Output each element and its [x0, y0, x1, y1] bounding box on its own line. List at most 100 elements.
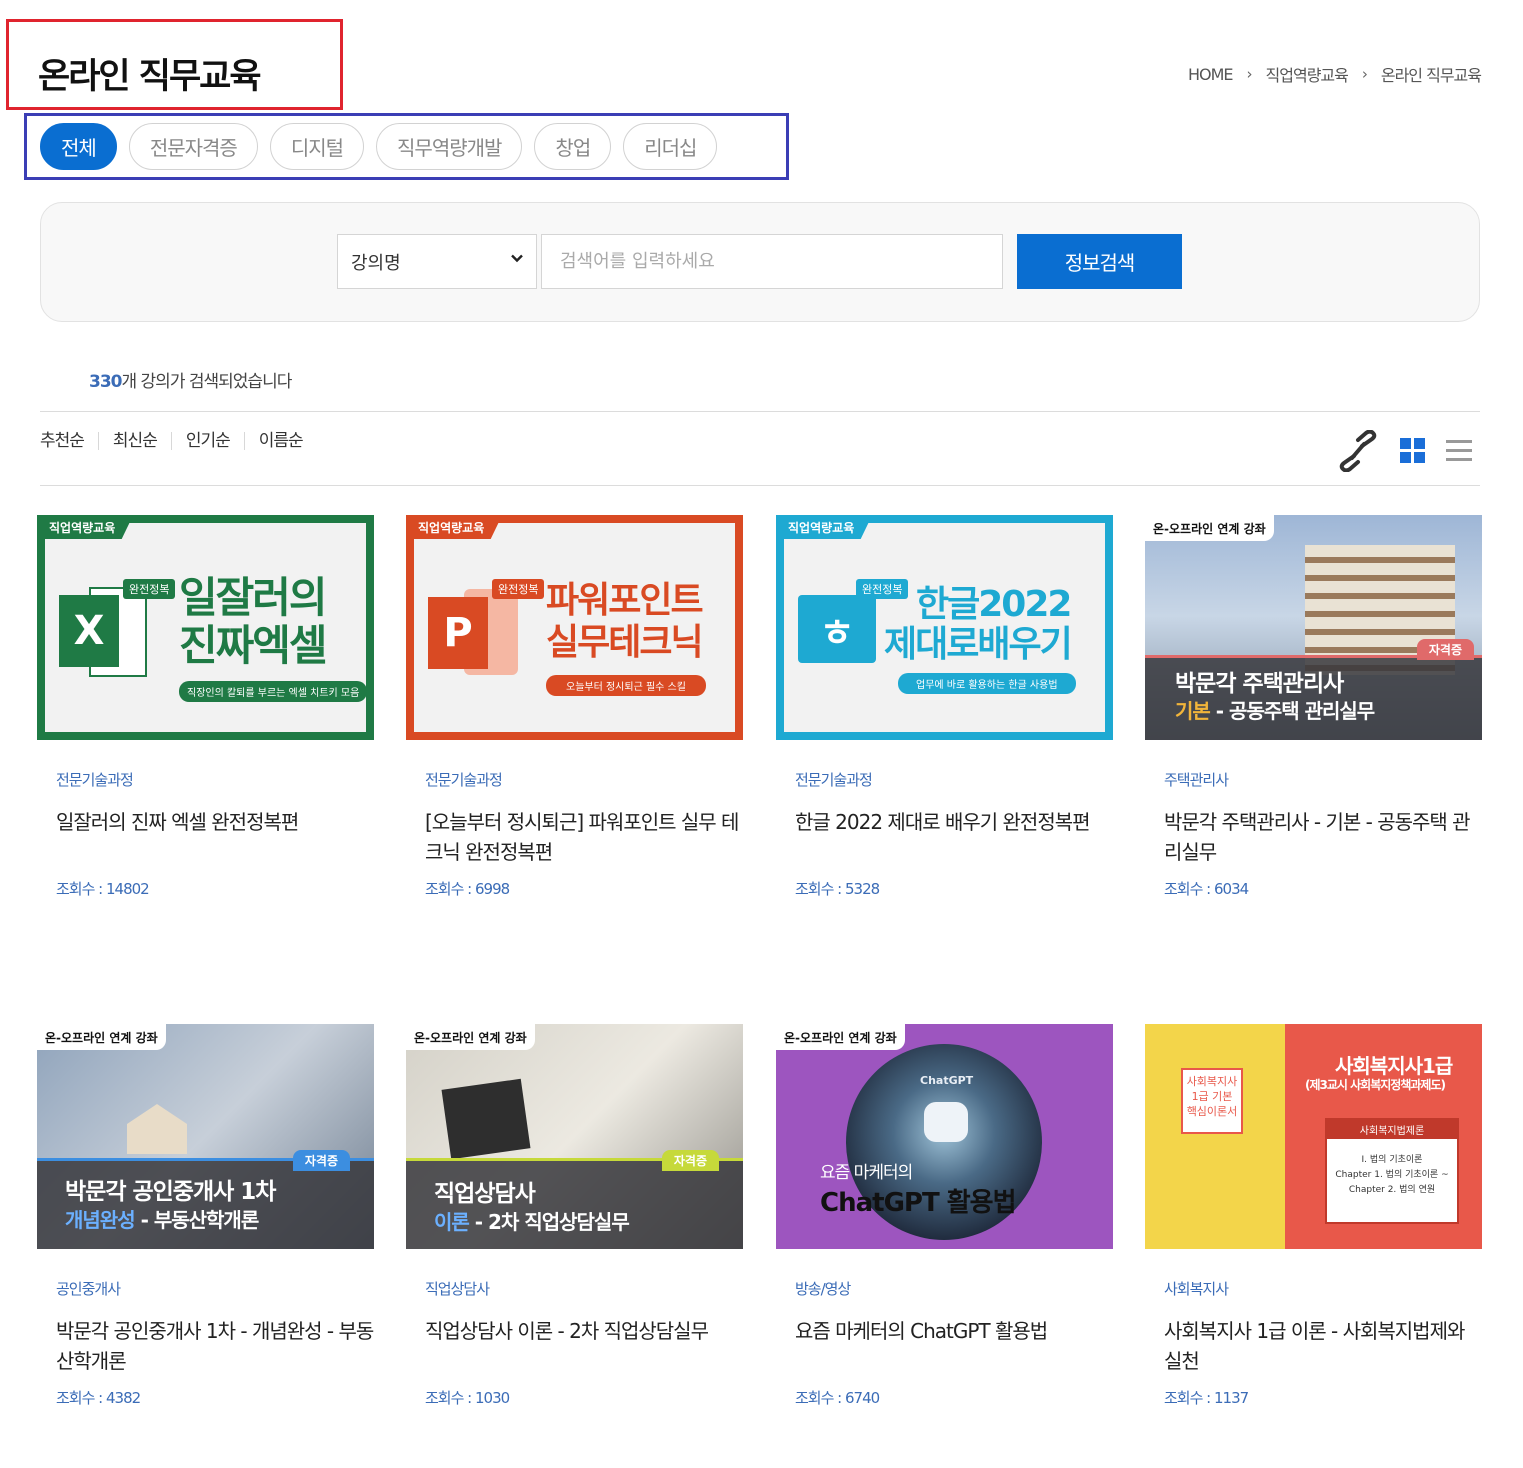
- house-image: [127, 1104, 187, 1154]
- thumbnail-badge: 온-오프라인 연계 강좌: [1145, 515, 1274, 541]
- chevron-down-icon: [511, 254, 523, 263]
- course-views: 조회수 : 6034: [1164, 880, 1249, 898]
- thumbnail-tag: 완전정복: [492, 579, 545, 599]
- hwp-icon: ㅎ: [798, 595, 876, 663]
- page-title: 온라인 직무교육: [38, 57, 262, 97]
- tab-all[interactable]: 전체: [40, 123, 117, 170]
- result-count-suffix: 개 강의가 검색되었습니다: [121, 372, 293, 392]
- thumbnail-line1: 한글2022: [916, 584, 1072, 625]
- course-category: 전문기술과정: [795, 771, 873, 789]
- thumbnail-line2: 진짜엑셀: [179, 621, 328, 670]
- sort-popular[interactable]: 인기순: [170, 432, 244, 450]
- thumbnail-line1: 박문각 공인중개사 1차: [65, 1179, 276, 1205]
- course-category: 전문기술과정: [56, 771, 134, 789]
- grid-view-icon[interactable]: [1400, 438, 1426, 464]
- book-cover-image: 사회복지사 1급 기본 핵심이론서: [1145, 1024, 1285, 1249]
- result-count: 330개 강의가 검색되었습니다: [89, 367, 293, 392]
- thumbnail-line1: 파워포인트: [546, 580, 704, 621]
- notebook-image: [441, 1078, 531, 1160]
- course-thumbnail[interactable]: 온-오프라인 연계 강좌 자격증 박문각 주택관리사 기본 - 공동주택 관리실…: [1145, 515, 1482, 740]
- course-thumbnail[interactable]: 직업역량교육 X 완전정복 일잘러의 진짜엑셀 직장인의 칼퇴를 부르는 엑셀 …: [37, 515, 374, 740]
- thumbnail-line1: 사회복지사1급: [1335, 1054, 1453, 1078]
- sort-name[interactable]: 이름순: [243, 432, 317, 450]
- thumbnail-badge: 직업역량교육: [37, 515, 134, 539]
- tab-certificate[interactable]: 전문자격증: [128, 123, 258, 170]
- course-category: 방송/영상: [795, 1280, 851, 1298]
- course-views: 조회수 : 6740: [795, 1389, 880, 1407]
- course-card[interactable]: 온-오프라인 연계 강좌 자격증 직업상담사 이론 - 2차 직업상담실무 직업…: [406, 1024, 751, 1407]
- category-tabs: 전체 전문자격증 디지털 직무역량개발 창업 리더십: [40, 123, 718, 170]
- thumbnail-small: 요즘 마케터의: [820, 1163, 913, 1183]
- divider: [40, 411, 1480, 412]
- course-title[interactable]: 박문각 주택관리사 - 기본 - 공동주택 관리실무: [1164, 807, 1484, 867]
- sort-recommended[interactable]: 추천순: [40, 432, 98, 450]
- sort-latest[interactable]: 최신순: [97, 432, 171, 450]
- thumbnail-line2: (제3교시 사회복지정책과제도): [1305, 1078, 1446, 1092]
- course-card[interactable]: 사회복지사 1급 기본 핵심이론서 사회복지사1급 (제3교시 사회복지정책과제…: [1145, 1024, 1490, 1407]
- thumbnail-line1: 직업상담사: [434, 1181, 536, 1207]
- thumbnail-badge: 온-오프라인 연계 강좌: [406, 1024, 535, 1050]
- thumbnail-line2: 실무테크닉: [546, 622, 704, 663]
- thumbnail-big: ChatGPT 활용법: [820, 1188, 1017, 1218]
- thumbnail-badge: 직업역량교육: [406, 515, 503, 539]
- tab-job-skill[interactable]: 직무역량개발: [376, 123, 523, 170]
- course-thumbnail[interactable]: 온-오프라인 연계 강좌 자격증 박문각 공인중개사 1차 개념완성 - 부동산…: [37, 1024, 374, 1249]
- thumbnail-badge: 온-오프라인 연계 강좌: [37, 1024, 166, 1050]
- thumbnail-line1: 박문각 주택관리사: [1175, 671, 1344, 697]
- tab-leadership[interactable]: 리더십: [623, 123, 718, 170]
- course-card[interactable]: 직업역량교육 P 완전정복 파워포인트 실무테크닉 오늘부터 정시퇴근 필수 스…: [406, 515, 751, 898]
- thumbnail-badge: 직업역량교육: [776, 515, 873, 539]
- divider: [40, 485, 1480, 486]
- sort-options: 추천순 최신순 인기순 이름순: [40, 432, 317, 450]
- course-title[interactable]: [오늘부터 정시퇴근] 파워포인트 실무 테크닉 완전정복편: [425, 807, 745, 867]
- course-thumbnail[interactable]: 온-오프라인 연계 강좌 자격증 직업상담사 이론 - 2차 직업상담실무: [406, 1024, 743, 1249]
- thumbnail-line2-wrap: 기본 - 공동주택 관리실무: [1175, 699, 1375, 723]
- thumbnail-tag: 자격증: [661, 1150, 719, 1171]
- contents-box: 사회복지법제론 Ⅰ. 법의 기초이론 Chapter 1. 법의 기초이론 ~ …: [1325, 1118, 1459, 1224]
- course-card[interactable]: ChatGPT 온-오프라인 연계 강좌 요즘 마케터의 ChatGPT 활용법…: [776, 1024, 1121, 1407]
- course-title[interactable]: 한글 2022 제대로 배우기 완전정복편: [795, 807, 1115, 837]
- link-icon[interactable]: [1336, 430, 1380, 472]
- search-input[interactable]: [541, 234, 1003, 289]
- thumbnail-tag: 완전정복: [123, 579, 176, 599]
- course-card[interactable]: 직업역량교육 ㅎ 완전정복 한글2022 제대로배우기 업무에 바로 활용하는 …: [776, 515, 1121, 898]
- tab-startup[interactable]: 창업: [534, 123, 612, 170]
- select-value: 강의명: [351, 252, 401, 274]
- course-views: 조회수 : 6998: [425, 880, 510, 898]
- course-thumbnail[interactable]: 직업역량교육 ㅎ 완전정복 한글2022 제대로배우기 업무에 바로 활용하는 …: [776, 515, 1113, 740]
- course-title[interactable]: 요즘 마케터의 ChatGPT 활용법: [795, 1316, 1115, 1346]
- thumbnail-tag: 자격증: [1416, 639, 1474, 660]
- tab-digital[interactable]: 디지털: [269, 123, 365, 170]
- course-card[interactable]: 직업역량교육 X 완전정복 일잘러의 진짜엑셀 직장인의 칼퇴를 부르는 엑셀 …: [37, 515, 382, 898]
- course-title[interactable]: 일잘러의 진짜 엑셀 완전정복편: [56, 807, 376, 837]
- thumbnail-tag: 완전정복: [856, 579, 909, 599]
- thumbnail-line2-wrap: 개념완성 - 부동산학개론: [65, 1208, 259, 1232]
- course-category: 사회복지사: [1164, 1280, 1229, 1298]
- course-title[interactable]: 박문각 공인중개사 1차 - 개념완성 - 부동산학개론: [56, 1316, 376, 1376]
- course-card[interactable]: 온-오프라인 연계 강좌 자격증 박문각 주택관리사 기본 - 공동주택 관리실…: [1145, 515, 1490, 898]
- breadcrumb-item[interactable]: 직업역량교육: [1266, 62, 1349, 86]
- thumbnail-line2: 제대로배우기: [884, 624, 1073, 665]
- course-category: 공인중개사: [56, 1280, 121, 1298]
- thumbnail-sub: 업무에 바로 활용하는 한글 사용법: [898, 673, 1076, 694]
- course-thumbnail[interactable]: 직업역량교육 P 완전정복 파워포인트 실무테크닉 오늘부터 정시퇴근 필수 스…: [406, 515, 743, 740]
- course-card[interactable]: 온-오프라인 연계 강좌 자격증 박문각 공인중개사 1차 개념완성 - 부동산…: [37, 1024, 382, 1407]
- course-category: 전문기술과정: [425, 771, 503, 789]
- robot-icon: [924, 1102, 968, 1142]
- thumbnail-sub: 직장인의 칼퇴를 부르는 엑셀 치트키 모음: [179, 681, 368, 702]
- result-count-number: 330: [89, 372, 122, 392]
- course-thumbnail[interactable]: ChatGPT 온-오프라인 연계 강좌 요즘 마케터의 ChatGPT 활용법: [776, 1024, 1113, 1249]
- breadcrumb-current: 온라인 직무교육: [1380, 66, 1482, 85]
- course-title[interactable]: 직업상담사 이론 - 2차 직업상담실무: [425, 1316, 745, 1346]
- list-view-icon[interactable]: [1446, 438, 1472, 464]
- thumbnail-badge: 온-오프라인 연계 강좌: [776, 1024, 905, 1050]
- search-field-select[interactable]: 강의명: [337, 234, 537, 289]
- thumbnail-line1: 일잘러의: [179, 573, 328, 622]
- thumbnail-line2-wrap: 이론 - 2차 직업상담실무: [434, 1210, 630, 1234]
- search-button[interactable]: 정보검색: [1017, 234, 1182, 289]
- breadcrumb: HOME › 직업역량교육 › 온라인 직무교육: [1188, 62, 1482, 86]
- course-thumbnail[interactable]: 사회복지사 1급 기본 핵심이론서 사회복지사1급 (제3교시 사회복지정책과제…: [1145, 1024, 1482, 1249]
- course-title[interactable]: 사회복지사 1급 이론 - 사회복지법제와 실천: [1164, 1316, 1484, 1376]
- course-views: 조회수 : 4382: [56, 1389, 141, 1407]
- breadcrumb-home[interactable]: HOME: [1188, 65, 1234, 84]
